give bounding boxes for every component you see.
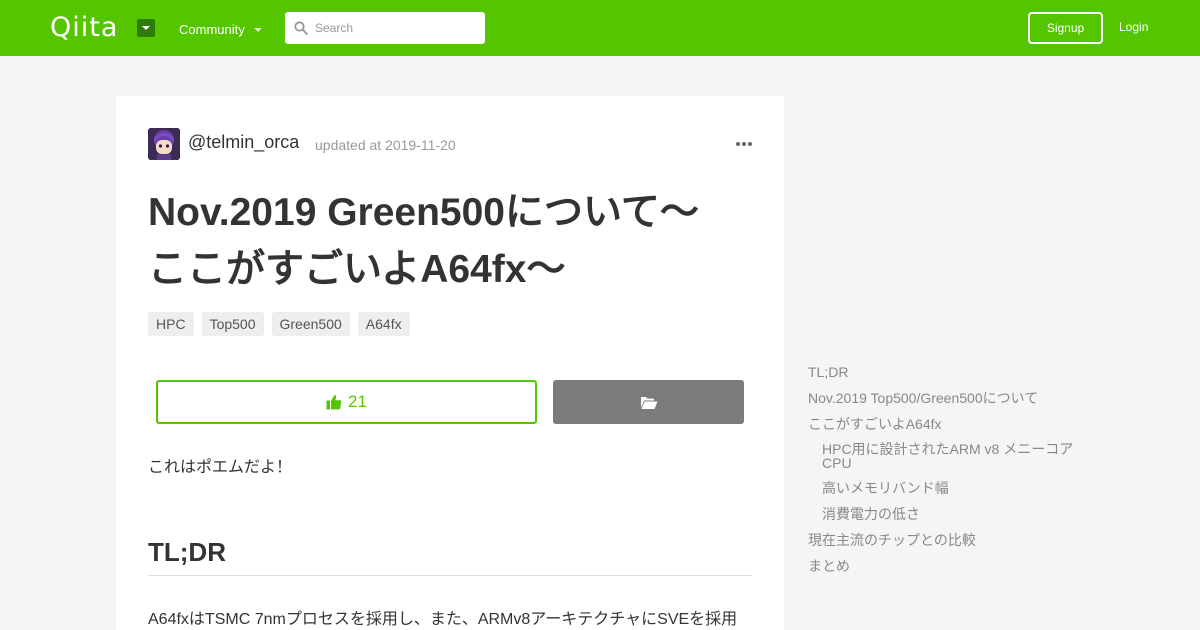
title-line-1: Nov.2019 Green500について～	[148, 191, 699, 234]
tag-top500[interactable]: Top500	[201, 312, 264, 336]
tag-a64fx[interactable]: A64fx	[357, 312, 410, 336]
avatar-image	[148, 128, 180, 160]
search-box[interactable]	[285, 12, 485, 44]
community-menu[interactable]: Community	[179, 22, 262, 37]
section-heading-tldr: TL;DR	[148, 537, 752, 576]
folder-open-icon	[640, 396, 657, 409]
toc-item[interactable]: Nov.2019 Top500/Green500について	[808, 390, 1088, 406]
like-count: 21	[348, 392, 367, 411]
title-line-2: ここがすごいよA64fx～	[148, 248, 566, 291]
thumbs-up-icon	[326, 395, 342, 410]
toc-subitem[interactable]: 消費電力の低さ	[808, 506, 1088, 522]
toc-item[interactable]: まとめ	[808, 558, 1088, 574]
tag-hpc[interactable]: HPC	[148, 312, 194, 336]
like-button[interactable]: 21	[156, 380, 537, 424]
caret-down-icon	[253, 27, 262, 32]
toc-item[interactable]: ここがすごいよA64fx	[808, 416, 1088, 432]
article-title: Nov.2019 Green500について～ ここがすごいよA64fx～	[148, 184, 758, 298]
toc-subitem[interactable]: 高いメモリバンド幅	[808, 480, 1088, 496]
search-icon	[294, 21, 308, 35]
more-options-icon[interactable]	[736, 142, 752, 146]
top-header: Qiita Community Signup Login	[0, 0, 1200, 56]
stock-button[interactable]	[553, 380, 744, 424]
author-username[interactable]: @telmin_orca	[188, 132, 299, 153]
toc-subitem[interactable]: HPC用に設計されたARM v8 メニーコアCPU	[808, 442, 1088, 470]
tag-green500[interactable]: Green500	[271, 312, 350, 336]
toc-item[interactable]: TL;DR	[808, 364, 1088, 380]
body-paragraph: A64fxはTSMC 7nmプロセスを採用し、また、ARMv8アーキテクチャにS…	[148, 611, 738, 628]
search-input[interactable]	[315, 12, 480, 44]
logo-dropdown-button[interactable]	[137, 19, 155, 37]
updated-date: updated at 2019-11-20	[315, 137, 456, 153]
author-avatar[interactable]	[148, 128, 180, 160]
article-card: @telmin_orca updated at 2019-11-20 Nov.2…	[116, 96, 784, 630]
table-of-contents: TL;DR Nov.2019 Top500/Green500について ここがすご…	[808, 364, 1088, 584]
intro-text: これはポエムだよ！	[148, 459, 293, 476]
toc-item[interactable]: 現在主流のチップとの比較	[808, 532, 1088, 548]
signup-button[interactable]: Signup	[1028, 12, 1103, 44]
login-link[interactable]: Login	[1119, 20, 1148, 34]
qiita-logo[interactable]: Qiita	[50, 13, 118, 43]
tag-list: HPC Top500 Green500 A64fx	[148, 312, 410, 336]
community-label: Community	[179, 22, 245, 37]
